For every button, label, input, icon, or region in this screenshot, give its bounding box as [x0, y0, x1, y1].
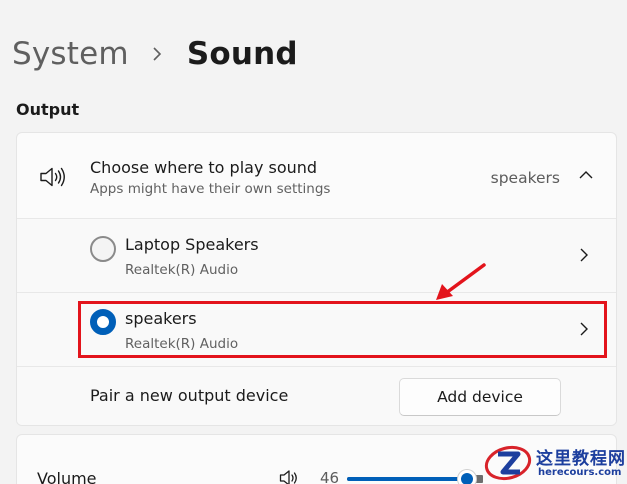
watermark-chinese-text: 这里教程网 [536, 449, 626, 469]
pair-device-row: Pair a new output device Add device [17, 367, 616, 425]
radio-laptop-speakers[interactable] [90, 236, 116, 262]
output-header-row[interactable]: Choose where to play sound Apps might ha… [17, 133, 616, 219]
speaker-icon [39, 165, 67, 189]
output-card: Choose where to play sound Apps might ha… [16, 132, 617, 426]
annotation-arrow-icon [436, 263, 486, 300]
breadcrumb-system[interactable]: System [12, 36, 129, 72]
chevron-right-icon[interactable] [576, 247, 592, 263]
volume-slider-thumb[interactable] [457, 470, 476, 484]
volume-label: Volume [37, 469, 97, 484]
chevron-up-icon[interactable] [578, 167, 594, 183]
device-driver: Realtek(R) Audio [125, 262, 239, 278]
pair-device-label: Pair a new output device [90, 386, 289, 405]
radio-speakers[interactable] [90, 309, 116, 335]
page-title: Sound [186, 36, 298, 72]
add-device-button[interactable]: Add device [399, 378, 561, 416]
watermark-logo-icon [484, 445, 532, 481]
device-name: Laptop Speakers [125, 235, 259, 254]
speaker-icon[interactable] [279, 469, 301, 484]
breadcrumb: System Sound [12, 30, 298, 78]
output-header-title: Choose where to play sound [90, 158, 318, 177]
section-label-output: Output [16, 100, 80, 119]
output-header-subtitle: Apps might have their own settings [90, 181, 331, 197]
watermark: 这里教程网 herecours.com [478, 440, 627, 484]
device-name: speakers [125, 309, 197, 328]
watermark-url: herecours.com [538, 467, 622, 478]
volume-slider-fill [347, 477, 467, 481]
device-row-speakers[interactable]: speakers Realtek(R) Audio [17, 293, 616, 367]
chevron-right-icon [147, 44, 167, 64]
device-driver: Realtek(R) Audio [125, 336, 239, 352]
chevron-right-icon[interactable] [576, 321, 592, 337]
device-row-laptop-speakers[interactable]: Laptop Speakers Realtek(R) Audio [17, 219, 616, 293]
output-current-device: speakers [490, 169, 560, 187]
volume-value: 46 [320, 469, 340, 484]
